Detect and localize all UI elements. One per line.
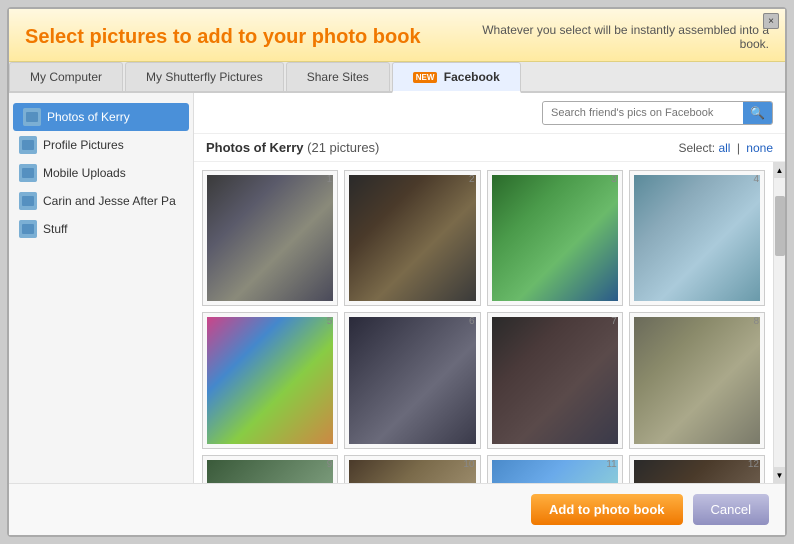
photo-cell-8[interactable]: 8 (629, 312, 765, 448)
photo-thumbnail (492, 317, 618, 443)
add-to-photo-book-button[interactable]: Add to photo book (531, 494, 683, 525)
scroll-down-arrow[interactable]: ▼ (774, 467, 786, 483)
select-controls: Select: all | none (678, 141, 773, 155)
sidebar: Photos of Kerry Profile Pictures Mobile … (9, 93, 194, 483)
title-bar: Select pictures to add to your photo boo… (9, 9, 785, 62)
photo-number: 2 (469, 174, 475, 185)
photo-color-block (207, 175, 333, 301)
photo-number: 1 (327, 174, 333, 185)
photo-cell-12[interactable]: 12 (629, 455, 765, 484)
photo-cell-2[interactable]: 2 (344, 170, 480, 306)
search-toolbar: 🔍 (194, 93, 785, 134)
main-content: 🔍 Photos of Kerry (21 pictures) Select: … (194, 93, 785, 483)
tab-my-shutterfly[interactable]: My Shutterfly Pictures (125, 62, 284, 91)
photo-color-block (634, 317, 760, 443)
photo-cell-6[interactable]: 6 (344, 312, 480, 448)
photos-area: 123456789101112 ▲ ▼ (194, 162, 785, 483)
scroll-up-arrow[interactable]: ▲ (774, 162, 786, 178)
photo-thumbnail (349, 175, 475, 301)
photo-thumbnail (634, 460, 760, 484)
photo-cell-4[interactable]: 4 (629, 170, 765, 306)
photo-cell-9[interactable]: 9 (202, 455, 338, 484)
album-icon (19, 192, 37, 210)
photo-cell-11[interactable]: 11 (487, 455, 623, 484)
photo-number: 5 (327, 316, 333, 327)
photo-cell-10[interactable]: 10 (344, 455, 480, 484)
photo-number: 8 (753, 316, 759, 327)
sidebar-item-mobile-uploads[interactable]: Mobile Uploads (9, 159, 193, 187)
content-area: Photos of Kerry Profile Pictures Mobile … (9, 93, 785, 483)
photo-number: 6 (469, 316, 475, 327)
photo-thumbnail (634, 317, 760, 443)
photo-number: 3 (611, 174, 617, 185)
photo-cell-7[interactable]: 7 (487, 312, 623, 448)
sidebar-item-stuff[interactable]: Stuff (9, 215, 193, 243)
close-button[interactable]: × (763, 13, 779, 29)
photo-number: 11 (606, 459, 616, 470)
album-icon (23, 108, 41, 126)
album-icon (19, 164, 37, 182)
photo-thumbnail (492, 175, 618, 301)
search-input[interactable] (543, 103, 743, 123)
photo-color-block (207, 317, 333, 443)
tab-my-computer[interactable]: My Computer (9, 62, 123, 91)
search-button[interactable]: 🔍 (743, 102, 772, 124)
photo-number: 12 (748, 459, 759, 470)
photo-color-block (492, 460, 618, 484)
tab-share-sites[interactable]: Share Sites (286, 62, 390, 91)
tab-bar: My Computer My Shutterfly Pictures Share… (9, 62, 785, 93)
photo-thumbnail (349, 317, 475, 443)
photo-color-block (492, 317, 618, 443)
dialog-title: Select pictures to add to your photo boo… (25, 26, 421, 49)
album-icon (19, 136, 37, 154)
photo-thumbnail (634, 175, 760, 301)
new-badge: NEW (413, 72, 438, 83)
photo-cell-3[interactable]: 3 (487, 170, 623, 306)
photo-cell-1[interactable]: 1 (202, 170, 338, 306)
select-none-link[interactable]: none (746, 141, 773, 155)
photo-number: 7 (611, 316, 617, 327)
tab-facebook[interactable]: NEW Facebook (392, 62, 521, 93)
photos-grid-wrapper[interactable]: 123456789101112 (194, 162, 773, 483)
sidebar-item-carin-and-jesse[interactable]: Carin and Jesse After Pa (9, 187, 193, 215)
photo-cell-5[interactable]: 5 (202, 312, 338, 448)
photo-color-block (492, 175, 618, 301)
dialog-subtitle: Whatever you select will be instantly as… (469, 23, 769, 51)
photo-color-block (349, 175, 475, 301)
sidebar-item-profile-pictures[interactable]: Profile Pictures (9, 131, 193, 159)
photo-number: 4 (753, 174, 759, 185)
photo-thumbnail (207, 175, 333, 301)
photo-color-block (634, 175, 760, 301)
album-icon (19, 220, 37, 238)
scrollbar-thumb[interactable] (775, 196, 785, 256)
photo-thumbnail (207, 317, 333, 443)
footer: Add to photo book Cancel (9, 483, 785, 535)
cancel-button[interactable]: Cancel (693, 494, 769, 525)
photo-color-block (349, 460, 475, 484)
photo-thumbnail (492, 460, 618, 484)
album-header: Photos of Kerry (21 pictures) Select: al… (194, 134, 785, 162)
select-all-link[interactable]: all (718, 141, 730, 155)
sidebar-item-photos-of-kerry[interactable]: Photos of Kerry (13, 103, 189, 131)
photo-color-block (634, 460, 760, 484)
photo-color-block (207, 460, 333, 484)
photo-number: 10 (463, 459, 474, 470)
scrollbar: ▲ ▼ (773, 162, 785, 483)
search-box: 🔍 (542, 101, 773, 125)
album-title: Photos of Kerry (21 pictures) (206, 140, 379, 155)
photos-grid: 123456789101112 (202, 170, 765, 483)
photo-thumbnail (349, 460, 475, 484)
dialog: Select pictures to add to your photo boo… (7, 7, 787, 537)
photo-thumbnail (207, 460, 333, 484)
photo-color-block (349, 317, 475, 443)
photo-number: 9 (327, 459, 333, 470)
